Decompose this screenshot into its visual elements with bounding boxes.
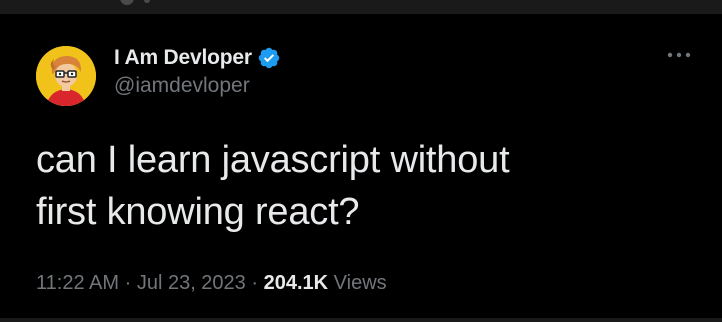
author-info: I Am Devloper @iamdevloper bbox=[114, 45, 281, 98]
views-label: Views bbox=[333, 272, 387, 294]
meta-separator: · bbox=[251, 272, 259, 294]
verified-badge-icon[interactable] bbox=[257, 46, 281, 70]
name-row: I Am Devloper bbox=[114, 45, 281, 71]
remnant-dot-icon bbox=[144, 0, 150, 3]
tweet-date[interactable]: Jul 23, 2023 bbox=[137, 272, 246, 294]
avatar[interactable] bbox=[36, 46, 96, 106]
tweet-time[interactable]: 11:22 AM bbox=[36, 272, 119, 294]
tweet-text-line: first knowing react? bbox=[36, 191, 360, 233]
tweet-text: can I learn javascript without first kno… bbox=[36, 134, 676, 238]
cartoon-avatar-icon bbox=[36, 46, 96, 106]
divider bbox=[0, 318, 722, 322]
previous-tweet-remnant bbox=[0, 0, 722, 14]
tweet-meta: 11:22 AM · Jul 23, 2023 · 204.1K Views bbox=[36, 272, 387, 295]
views-count[interactable]: 204.1K bbox=[264, 272, 329, 294]
meta-separator: · bbox=[124, 272, 132, 294]
handle[interactable]: @iamdevloper bbox=[114, 74, 281, 98]
remnant-action-icon bbox=[120, 0, 134, 5]
display-name[interactable]: I Am Devloper bbox=[114, 46, 252, 70]
tweet-card: I Am Devloper @iamdevloper can I learn j… bbox=[0, 0, 722, 322]
more-options-icon[interactable] bbox=[666, 48, 692, 62]
tweet-text-line: can I learn javascript without bbox=[36, 139, 510, 181]
